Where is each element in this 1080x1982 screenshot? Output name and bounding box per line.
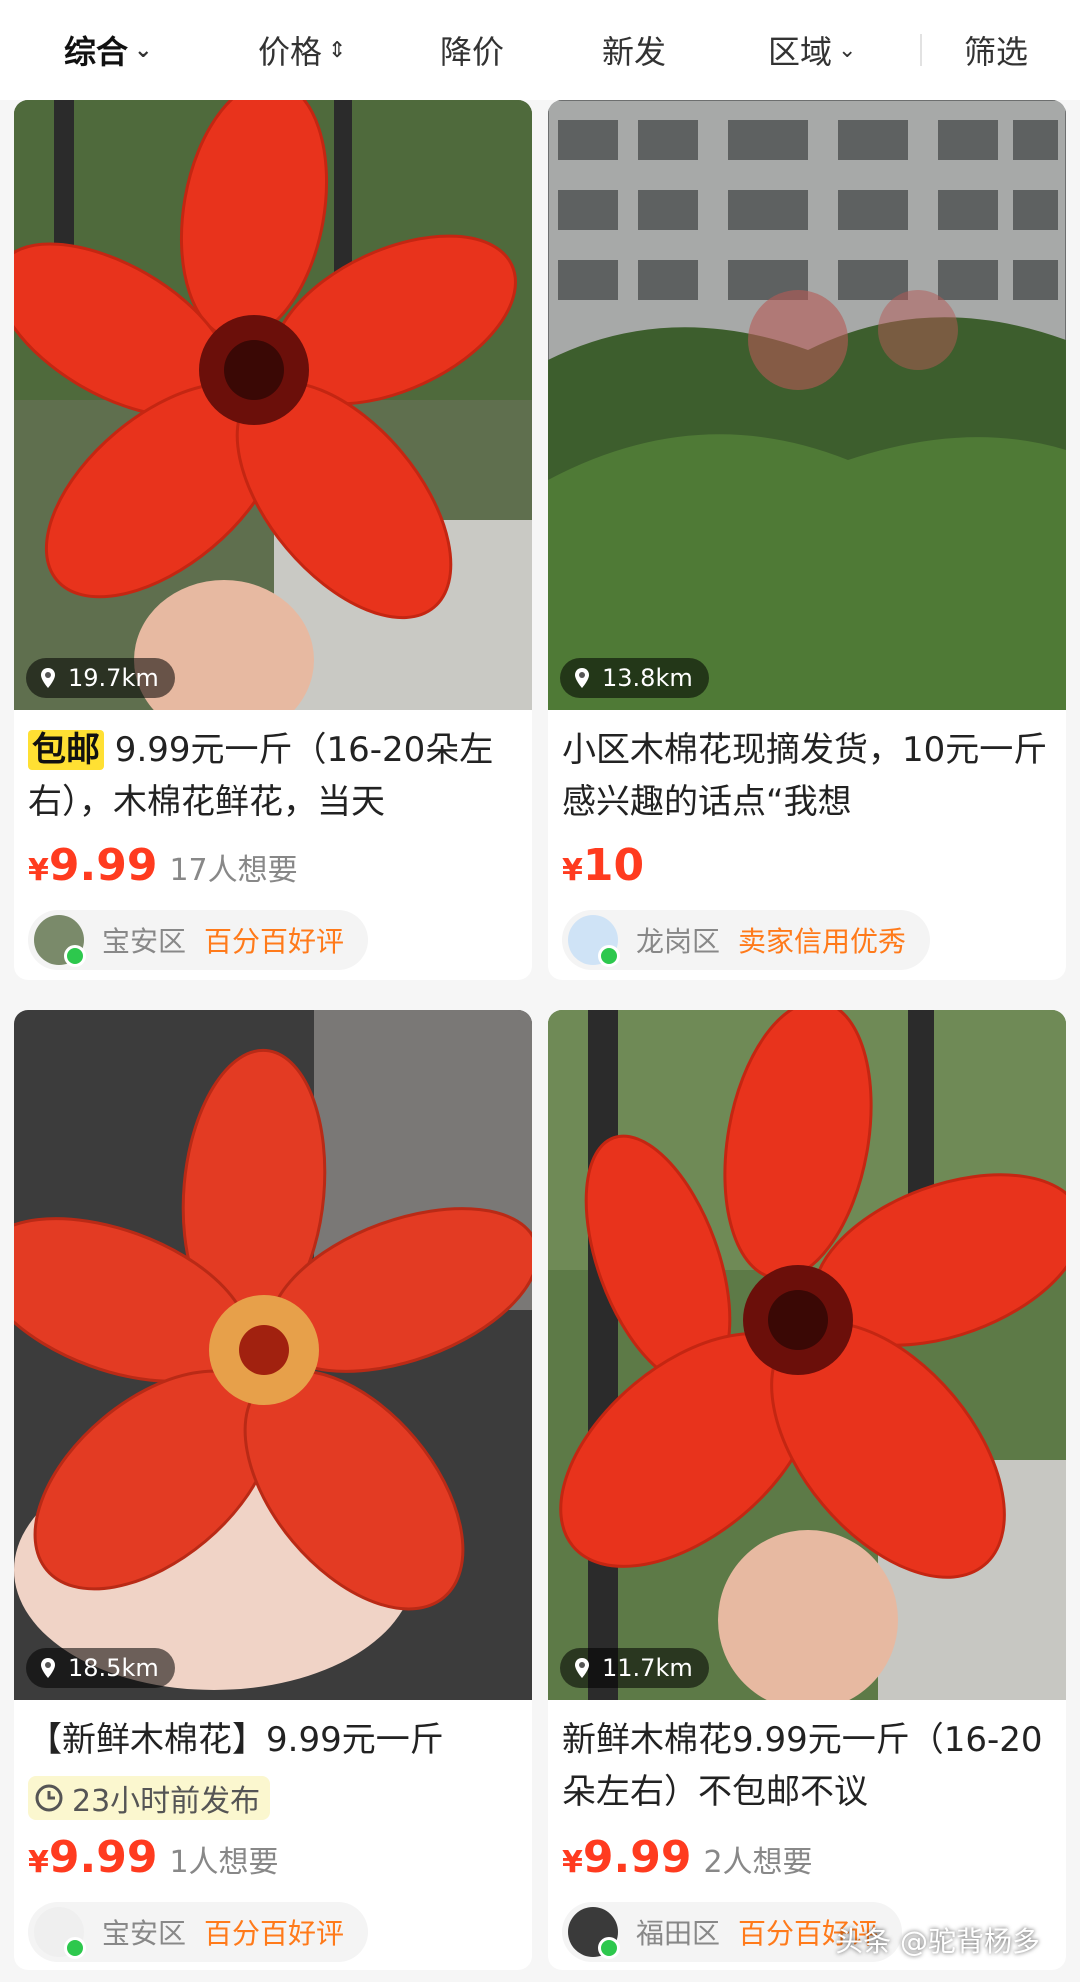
avatar[interactable] <box>34 1907 86 1959</box>
product-title[interactable]: 【新鲜木棉花】9.99元一斤 <box>28 1714 520 1766</box>
tab-new[interactable]: 新发 <box>602 0 666 100</box>
divider <box>920 34 922 66</box>
seller-info[interactable]: 龙岗区 卖家信用优秀 <box>562 910 931 970</box>
distance-badge: 18.5km <box>26 1648 175 1688</box>
price: 9.99 <box>48 840 158 891</box>
distance-text: 18.5km <box>68 1654 159 1682</box>
product-photo[interactable]: 18.5km <box>14 1010 532 1700</box>
watermark: 头条 @驼背杨多 <box>835 1925 1040 1958</box>
free-shipping-badge: 包邮 <box>28 730 104 770</box>
location-pin-icon <box>575 668 589 688</box>
tab-region[interactable]: 区域 ⌄ <box>768 0 856 100</box>
distance-text: 13.8km <box>602 664 693 692</box>
product-title[interactable]: 小区木棉花现摘发货，10元一斤 感兴趣的话点“我想 <box>562 724 1054 828</box>
product-photo[interactable]: 19.7km <box>14 100 532 710</box>
tab-label: 区域 <box>768 33 833 71</box>
tab-label: 新发 <box>602 33 667 71</box>
location-pin-icon <box>41 668 55 688</box>
currency-symbol: ¥ <box>562 1845 583 1880</box>
location-pin-icon <box>575 1658 589 1678</box>
seller-rating: 百分百好评 <box>204 925 345 958</box>
distance-badge: 11.7km <box>560 1648 709 1688</box>
tab-label: 筛选 <box>964 33 1029 71</box>
seller-rating: 百分百好评 <box>204 1917 345 1950</box>
avatar[interactable] <box>568 1907 620 1959</box>
distance-text: 19.7km <box>68 664 159 692</box>
product-title[interactable]: 包邮 9.99元一斤（16-20朵左右），木棉花鲜花，当天 <box>28 724 520 828</box>
online-indicator-icon <box>598 1937 620 1959</box>
product-card[interactable]: 11.7km 新鲜木棉花9.99元一斤（16-20朵左右）不包邮不议 ¥ 9.9… <box>548 1010 1066 1970</box>
online-indicator-icon <box>64 945 86 967</box>
filter-bar: 综合 ⌄ 价格 ⇕ 降价 新发 区域 ⌄ 筛选 <box>0 0 1080 100</box>
distance-badge: 19.7km <box>26 658 175 698</box>
title-text: 新鲜木棉花9.99元一斤（16-20朵左右）不包邮不议 <box>562 1720 1043 1812</box>
product-photo[interactable]: 11.7km <box>548 1010 1066 1700</box>
seller-info[interactable]: 宝安区 百分百好评 <box>28 910 369 970</box>
seller-rating: 卖家信用优秀 <box>738 925 907 958</box>
want-count: 17人想要 <box>169 853 298 888</box>
tab-label: 价格 <box>258 33 323 71</box>
price: 9.99 <box>582 1832 692 1883</box>
price-row: ¥ 9.99 17人想要 <box>28 840 298 900</box>
district: 龙岗区 <box>636 925 721 958</box>
chevron-down-icon: ⌄ <box>838 37 857 63</box>
currency-symbol: ¥ <box>28 1845 49 1880</box>
tab-label: 降价 <box>440 33 505 71</box>
title-text: 【新鲜木棉花】9.99元一斤 <box>28 1720 444 1760</box>
currency-symbol: ¥ <box>562 853 583 888</box>
tab-filter[interactable]: 筛选 <box>964 0 1028 100</box>
product-card[interactable]: 19.7km 包邮 9.99元一斤（16-20朵左右），木棉花鲜花，当天 ¥ 9… <box>14 100 532 980</box>
tab-price[interactable]: 价格 ⇕ <box>258 0 346 100</box>
posted-time: 23小时前发布 <box>28 1776 271 1820</box>
avatar[interactable] <box>34 915 86 967</box>
distance-badge: 13.8km <box>560 658 709 698</box>
price: 10 <box>582 840 645 891</box>
title-text: 小区木棉花现摘发货，10元一斤 感兴趣的话点“我想 <box>562 730 1048 822</box>
avatar[interactable] <box>568 915 620 967</box>
tab-price-drop[interactable]: 降价 <box>440 0 504 100</box>
distance-text: 11.7km <box>602 1654 693 1682</box>
clock-icon <box>35 1784 63 1812</box>
product-photo[interactable]: 13.8km <box>548 100 1066 710</box>
posted-text: 23小时前发布 <box>72 1784 261 1819</box>
want-count: 2人想要 <box>703 1845 813 1880</box>
price-row: ¥ 10 <box>562 840 656 900</box>
product-card[interactable]: 18.5km 【新鲜木棉花】9.99元一斤 23小时前发布 ¥ 9.99 1人想… <box>14 1010 532 1970</box>
online-indicator-icon <box>598 945 620 967</box>
product-card[interactable]: 13.8km 小区木棉花现摘发货，10元一斤 感兴趣的话点“我想 ¥ 10 龙岗… <box>548 100 1066 980</box>
district: 宝安区 <box>102 1917 187 1950</box>
tab-comprehensive[interactable]: 综合 ⌄ <box>64 0 152 100</box>
district: 福田区 <box>636 1917 721 1950</box>
district: 宝安区 <box>102 925 187 958</box>
chevron-down-icon: ⌄ <box>134 37 153 63</box>
product-title[interactable]: 新鲜木棉花9.99元一斤（16-20朵左右）不包邮不议 <box>562 1714 1054 1818</box>
price: 9.99 <box>48 1832 158 1883</box>
price-row: ¥ 9.99 1人想要 <box>28 1832 279 1892</box>
currency-symbol: ¥ <box>28 853 49 888</box>
price-row: ¥ 9.99 2人想要 <box>562 1832 813 1892</box>
online-indicator-icon <box>64 1937 86 1959</box>
want-count: 1人想要 <box>169 1845 279 1880</box>
seller-info[interactable]: 宝安区 百分百好评 <box>28 1902 369 1962</box>
location-pin-icon <box>41 1658 55 1678</box>
tab-label: 综合 <box>64 33 129 71</box>
sort-icon: ⇕ <box>328 37 347 63</box>
